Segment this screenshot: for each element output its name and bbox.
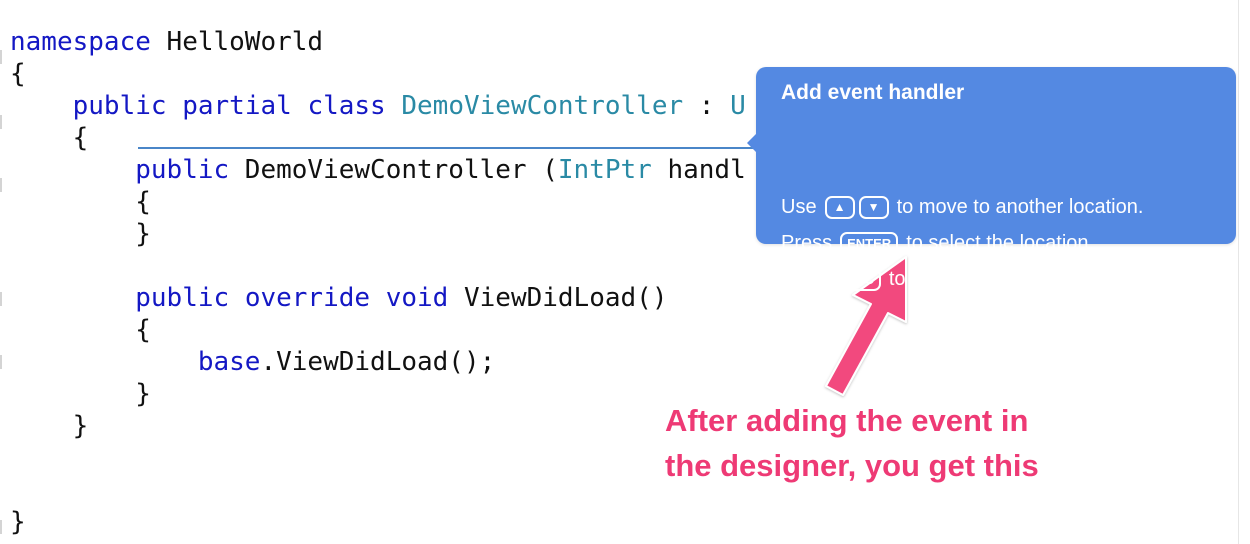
code-keyword: base bbox=[197, 347, 261, 377]
code-text: } bbox=[10, 379, 151, 409]
code-keyword: public bbox=[135, 283, 230, 313]
code-text: } bbox=[10, 411, 89, 441]
popup-row-move: Use ▲ ▼ to move to another location. bbox=[781, 194, 1143, 220]
code-keyword: public bbox=[72, 91, 167, 121]
code-line: } bbox=[10, 218, 151, 250]
code-text: HelloWorld bbox=[150, 27, 324, 57]
press-label: Press bbox=[781, 232, 833, 254]
code-text: } bbox=[10, 219, 151, 249]
code-keyword: partial bbox=[182, 91, 292, 121]
code-line: namespace HelloWorld bbox=[10, 26, 323, 58]
code-text: : bbox=[683, 91, 731, 121]
insertion-location-marker bbox=[138, 147, 760, 149]
gutter-marker bbox=[0, 292, 2, 306]
press-label: Press bbox=[781, 268, 833, 290]
code-text: handl bbox=[651, 155, 746, 185]
esc-key-icon: ESC bbox=[840, 267, 881, 291]
code-line: public DemoViewController (IntPtr handl bbox=[10, 154, 746, 186]
move-instruction: to move to another location. bbox=[896, 196, 1144, 218]
gutter-marker bbox=[0, 115, 2, 129]
add-event-handler-popup: Add event handler Use ▲ ▼ to move to ano… bbox=[747, 67, 1236, 291]
code-line: } bbox=[10, 506, 26, 538]
code-keyword: namespace bbox=[10, 27, 151, 57]
enter-key-icon: ENTER bbox=[840, 231, 899, 255]
annotation-line-1: After adding the event in bbox=[665, 403, 1029, 438]
code-text: } bbox=[10, 507, 26, 537]
gutter-marker bbox=[0, 520, 2, 534]
select-instruction: to select the location. bbox=[906, 232, 1095, 254]
code-keyword: void bbox=[385, 283, 449, 313]
code-line: { bbox=[10, 58, 26, 90]
code-text: { bbox=[10, 315, 151, 345]
code-text: .ViewDidLoad(); bbox=[260, 347, 496, 377]
gutter-marker bbox=[0, 178, 2, 192]
editor-right-rule bbox=[1238, 0, 1239, 544]
popup-pointer bbox=[747, 133, 757, 153]
code-keyword: class bbox=[307, 91, 386, 121]
annotation-line-2: the designer, you get this bbox=[665, 448, 1039, 483]
code-line: public override void ViewDidLoad() bbox=[10, 282, 667, 314]
code-text: { bbox=[10, 59, 26, 89]
down-arrow-icon: ▼ bbox=[858, 195, 889, 219]
code-keyword: public bbox=[135, 155, 230, 185]
popup-row-cancel: Press ESC to cancel this operation. bbox=[781, 266, 1100, 292]
code-line: { bbox=[10, 186, 151, 218]
gutter-marker bbox=[0, 50, 2, 64]
code-line: base.ViewDidLoad(); bbox=[10, 346, 495, 378]
up-arrow-icon: ▲ bbox=[824, 195, 855, 219]
code-line: } bbox=[10, 410, 89, 442]
code-text: { bbox=[10, 187, 151, 217]
code-type: IntPtr bbox=[557, 155, 652, 185]
code-text: DemoViewController ( bbox=[229, 155, 558, 185]
popup-title: Add event handler bbox=[781, 81, 965, 104]
use-label: Use bbox=[781, 196, 817, 218]
gutter-marker bbox=[0, 355, 2, 369]
cancel-instruction: to cancel this operation. bbox=[888, 268, 1101, 290]
code-text: { bbox=[10, 123, 89, 153]
code-line: { bbox=[10, 314, 151, 346]
annotation-text: After adding the event in the designer, … bbox=[665, 398, 1105, 488]
code-line: { bbox=[10, 122, 89, 154]
code-keyword: override bbox=[244, 283, 371, 313]
popup-row-select: Press ENTER to select the location. bbox=[781, 230, 1094, 256]
code-type: DemoViewController bbox=[401, 91, 684, 121]
code-line: } bbox=[10, 378, 151, 410]
code-text: ViewDidLoad() bbox=[448, 283, 668, 313]
code-type: U bbox=[730, 91, 746, 121]
code-line: public partial class DemoViewController … bbox=[10, 90, 746, 122]
